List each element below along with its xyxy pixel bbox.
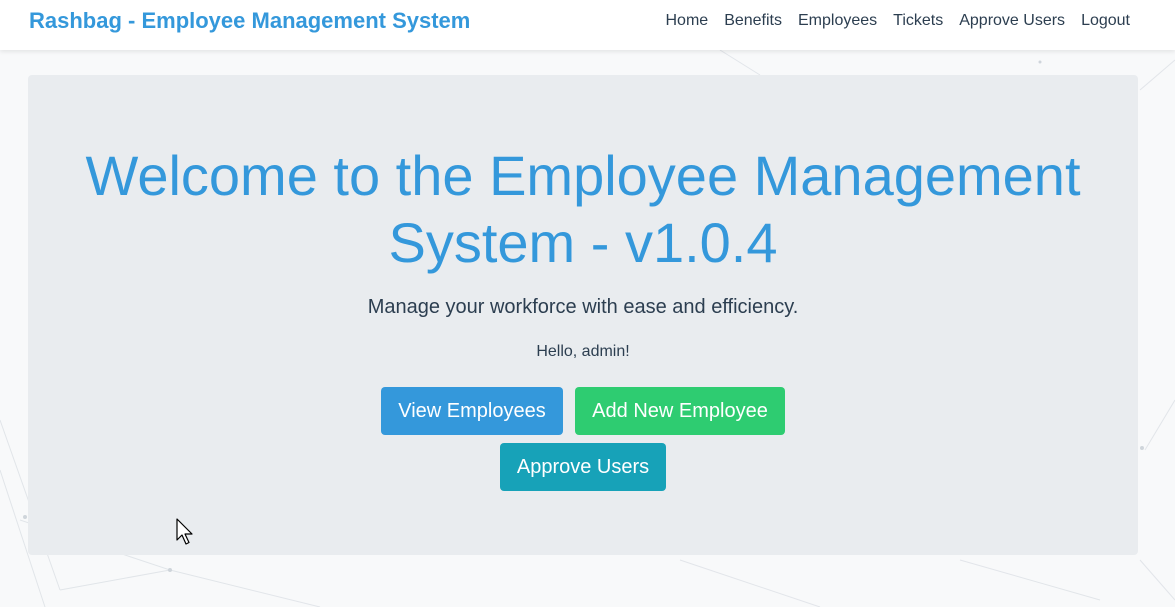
page-title: Welcome to the Employee Management Syste… — [28, 142, 1138, 276]
nav-link-logout[interactable]: Logout — [1081, 12, 1130, 30]
nav-link-home[interactable]: Home — [666, 12, 709, 30]
approve-users-button[interactable]: Approve Users — [500, 443, 666, 491]
page-title-line-2: System - v1.0.4 — [388, 211, 778, 274]
nav-link-employees[interactable]: Employees — [798, 12, 877, 30]
view-employees-button[interactable]: View Employees — [381, 387, 563, 435]
nav-link-tickets[interactable]: Tickets — [893, 12, 943, 30]
brand-link[interactable]: Rashbag - Employee Management System — [29, 8, 470, 34]
nav-link-approve-users[interactable]: Approve Users — [959, 12, 1065, 30]
top-navbar: Rashbag - Employee Management System Hom… — [0, 0, 1175, 50]
nav-link-benefits[interactable]: Benefits — [724, 12, 782, 30]
mouse-pointer-icon — [176, 518, 193, 545]
welcome-jumbotron: Welcome to the Employee Management Syste… — [28, 75, 1138, 555]
nav-links: Home Benefits Employees Tickets Approve … — [650, 12, 1131, 30]
page-title-line-1: Welcome to the Employee Management — [85, 144, 1081, 207]
lead-text: Manage your workforce with ease and effi… — [367, 296, 799, 318]
greeting-text: Hello, admin! — [536, 343, 630, 360]
add-new-employee-button[interactable]: Add New Employee — [575, 387, 785, 435]
